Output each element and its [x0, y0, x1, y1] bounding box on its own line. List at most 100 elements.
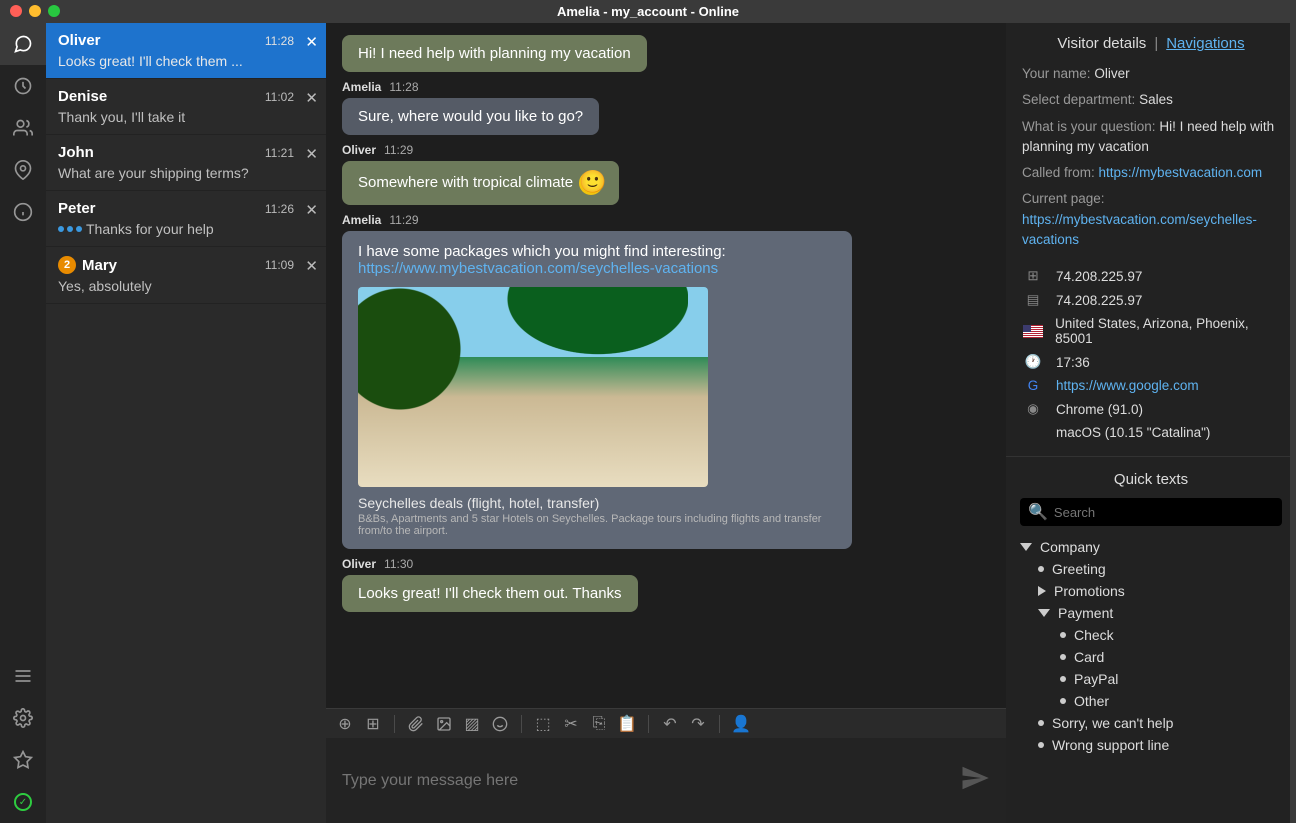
close-icon[interactable]: ✕: [305, 33, 318, 51]
messages: Hi! I need help with planning my vacatio…: [326, 23, 1006, 708]
typing-icon: [58, 226, 82, 232]
conversation-time: 11:09: [265, 258, 294, 272]
ip-icon: ⊞: [1022, 268, 1044, 284]
search-icon: 🔍: [1028, 502, 1048, 522]
conversation-preview: Thank you, I'll take it: [58, 109, 314, 125]
conversation-list: Oliver 11:28 ✕ Looks great! I'll check t…: [46, 23, 326, 823]
link-preview-image: [358, 287, 708, 487]
qt-node-greeting[interactable]: Greeting: [1038, 558, 1282, 580]
qt-node-sorry[interactable]: Sorry, we can't help: [1038, 712, 1282, 734]
visitor-current-page-row: Current page: https://mybestvacation.com…: [1022, 189, 1280, 250]
conversation-time: 11:21: [265, 146, 294, 160]
message-bubble: Hi! I need help with planning my vacatio…: [342, 35, 647, 72]
conversation-item[interactable]: Denise 11:02 ✕ Thank you, I'll take it: [46, 79, 326, 135]
paste-icon[interactable]: 📋: [618, 715, 636, 733]
qt-node-check[interactable]: Check: [1060, 624, 1282, 646]
message-bubble: Sure, where would you like to go?: [342, 98, 599, 135]
smiley-icon: [579, 171, 603, 195]
conversation-preview: Thanks for your help: [58, 221, 314, 237]
location-icon[interactable]: [0, 149, 46, 191]
attach-icon[interactable]: [407, 715, 425, 733]
close-icon[interactable]: ✕: [305, 201, 318, 219]
visitor-host-row: ▤74.208.225.97: [1022, 288, 1280, 312]
settings-icon[interactable]: [0, 697, 46, 739]
maximize-window-button[interactable]: [48, 5, 60, 17]
traffic-lights: [10, 5, 60, 17]
quick-texts-title: Quick texts: [1006, 456, 1296, 498]
conversation-name: Peter: [58, 200, 96, 217]
message-meta: Oliver11:30: [342, 557, 990, 571]
link-preview-title: Seychelles deals (flight, hotel, transfe…: [358, 495, 836, 511]
redo-icon[interactable]: ↷: [689, 715, 707, 733]
quick-texts-search-input[interactable]: [1054, 505, 1274, 520]
star-icon[interactable]: [0, 739, 46, 781]
conversation-item[interactable]: Peter 11:26 ✕ Thanks for your help: [46, 191, 326, 247]
copy-icon[interactable]: ⎘: [590, 715, 608, 733]
right-scrollbar[interactable]: [1290, 23, 1296, 823]
qt-node-other[interactable]: Other: [1060, 690, 1282, 712]
message-input[interactable]: [342, 772, 960, 790]
visitor-referrer-row: Ghttps://www.google.com: [1022, 374, 1280, 397]
google-icon: G: [1022, 378, 1044, 393]
conversation-preview: What are your shipping terms?: [58, 165, 314, 181]
qt-node-card[interactable]: Card: [1060, 646, 1282, 668]
message-meta: Amelia11:28: [342, 80, 990, 94]
cobrowse-icon[interactable]: 👤: [732, 715, 750, 733]
image-add-icon[interactable]: ▨: [463, 715, 481, 733]
info-icon[interactable]: [0, 191, 46, 233]
qt-node-wrong[interactable]: Wrong support line: [1038, 734, 1282, 756]
clock-icon: 🕐: [1022, 354, 1044, 370]
image-icon[interactable]: [435, 715, 453, 733]
message-meta: Amelia11:29: [342, 213, 990, 227]
navigations-link[interactable]: Navigations: [1166, 35, 1244, 52]
quick-texts-tree: Company Greeting Promotions Payment Chec…: [1006, 536, 1296, 756]
chevron-down-icon: [1020, 543, 1032, 551]
send-button[interactable]: [960, 763, 990, 798]
chat-icon[interactable]: [0, 23, 46, 65]
status-icon[interactable]: [0, 781, 46, 823]
qt-node-promotions[interactable]: Promotions: [1038, 580, 1282, 602]
right-panel: Visitor details | Navigations Your name:…: [1006, 23, 1296, 823]
visitor-location-row: United States, Arizona, Phoenix, 85001: [1022, 312, 1280, 350]
select-icon[interactable]: ⬚: [534, 715, 552, 733]
visitor-name-row: Your name: Oliver: [1022, 64, 1280, 84]
chat-area: Hi! I need help with planning my vacatio…: [326, 23, 1006, 823]
visitor-question-row: What is your question: Hi! I need help w…: [1022, 117, 1280, 158]
close-icon[interactable]: ✕: [305, 89, 318, 107]
canned-icon[interactable]: ⊞: [364, 715, 382, 733]
conversation-name: Oliver: [58, 32, 101, 49]
titlebar: Amelia - my_account - Online: [0, 0, 1296, 23]
visitor-os-row: macOS (10.15 "Catalina"): [1022, 421, 1280, 444]
visitors-icon[interactable]: [0, 107, 46, 149]
qt-node-payment[interactable]: Payment: [1038, 602, 1282, 624]
conversation-preview: Yes, absolutely: [58, 278, 314, 294]
qt-node-paypal[interactable]: PayPal: [1060, 668, 1282, 690]
close-window-button[interactable]: [10, 5, 22, 17]
flag-icon: [1022, 325, 1043, 338]
canned-add-icon[interactable]: ⊕: [336, 715, 354, 733]
unread-badge: 2: [58, 256, 76, 274]
message-text: I have some packages which you might fin…: [358, 243, 836, 260]
menu-icon[interactable]: [0, 655, 46, 697]
message-link[interactable]: https://www.mybestvacation.com/seychelle…: [358, 260, 718, 277]
conversation-item[interactable]: John 11:21 ✕ What are your shipping term…: [46, 135, 326, 191]
chevron-down-icon: [1038, 609, 1050, 617]
cut-icon[interactable]: ✂: [562, 715, 580, 733]
visitor-time-row: 🕐17:36: [1022, 350, 1280, 374]
visitor-details-title: Visitor details: [1057, 35, 1146, 52]
minimize-window-button[interactable]: [29, 5, 41, 17]
icon-sidebar: [0, 23, 46, 823]
close-icon[interactable]: ✕: [305, 145, 318, 163]
visitor-department-row: Select department: Sales: [1022, 90, 1280, 110]
emoji-icon[interactable]: [491, 715, 509, 733]
qt-node-company[interactable]: Company: [1020, 536, 1282, 558]
close-icon[interactable]: ✕: [305, 257, 318, 275]
server-icon: ▤: [1022, 292, 1044, 308]
history-icon[interactable]: [0, 65, 46, 107]
window-title: Amelia - my_account - Online: [557, 4, 739, 19]
undo-icon[interactable]: ↶: [661, 715, 679, 733]
conversation-item[interactable]: 2Mary 11:09 ✕ Yes, absolutely: [46, 247, 326, 304]
conversation-item[interactable]: Oliver 11:28 ✕ Looks great! I'll check t…: [46, 23, 326, 79]
message-meta: Oliver11:29: [342, 143, 990, 157]
visitor-called-from-row: Called from: https://mybestvacation.com: [1022, 163, 1280, 183]
